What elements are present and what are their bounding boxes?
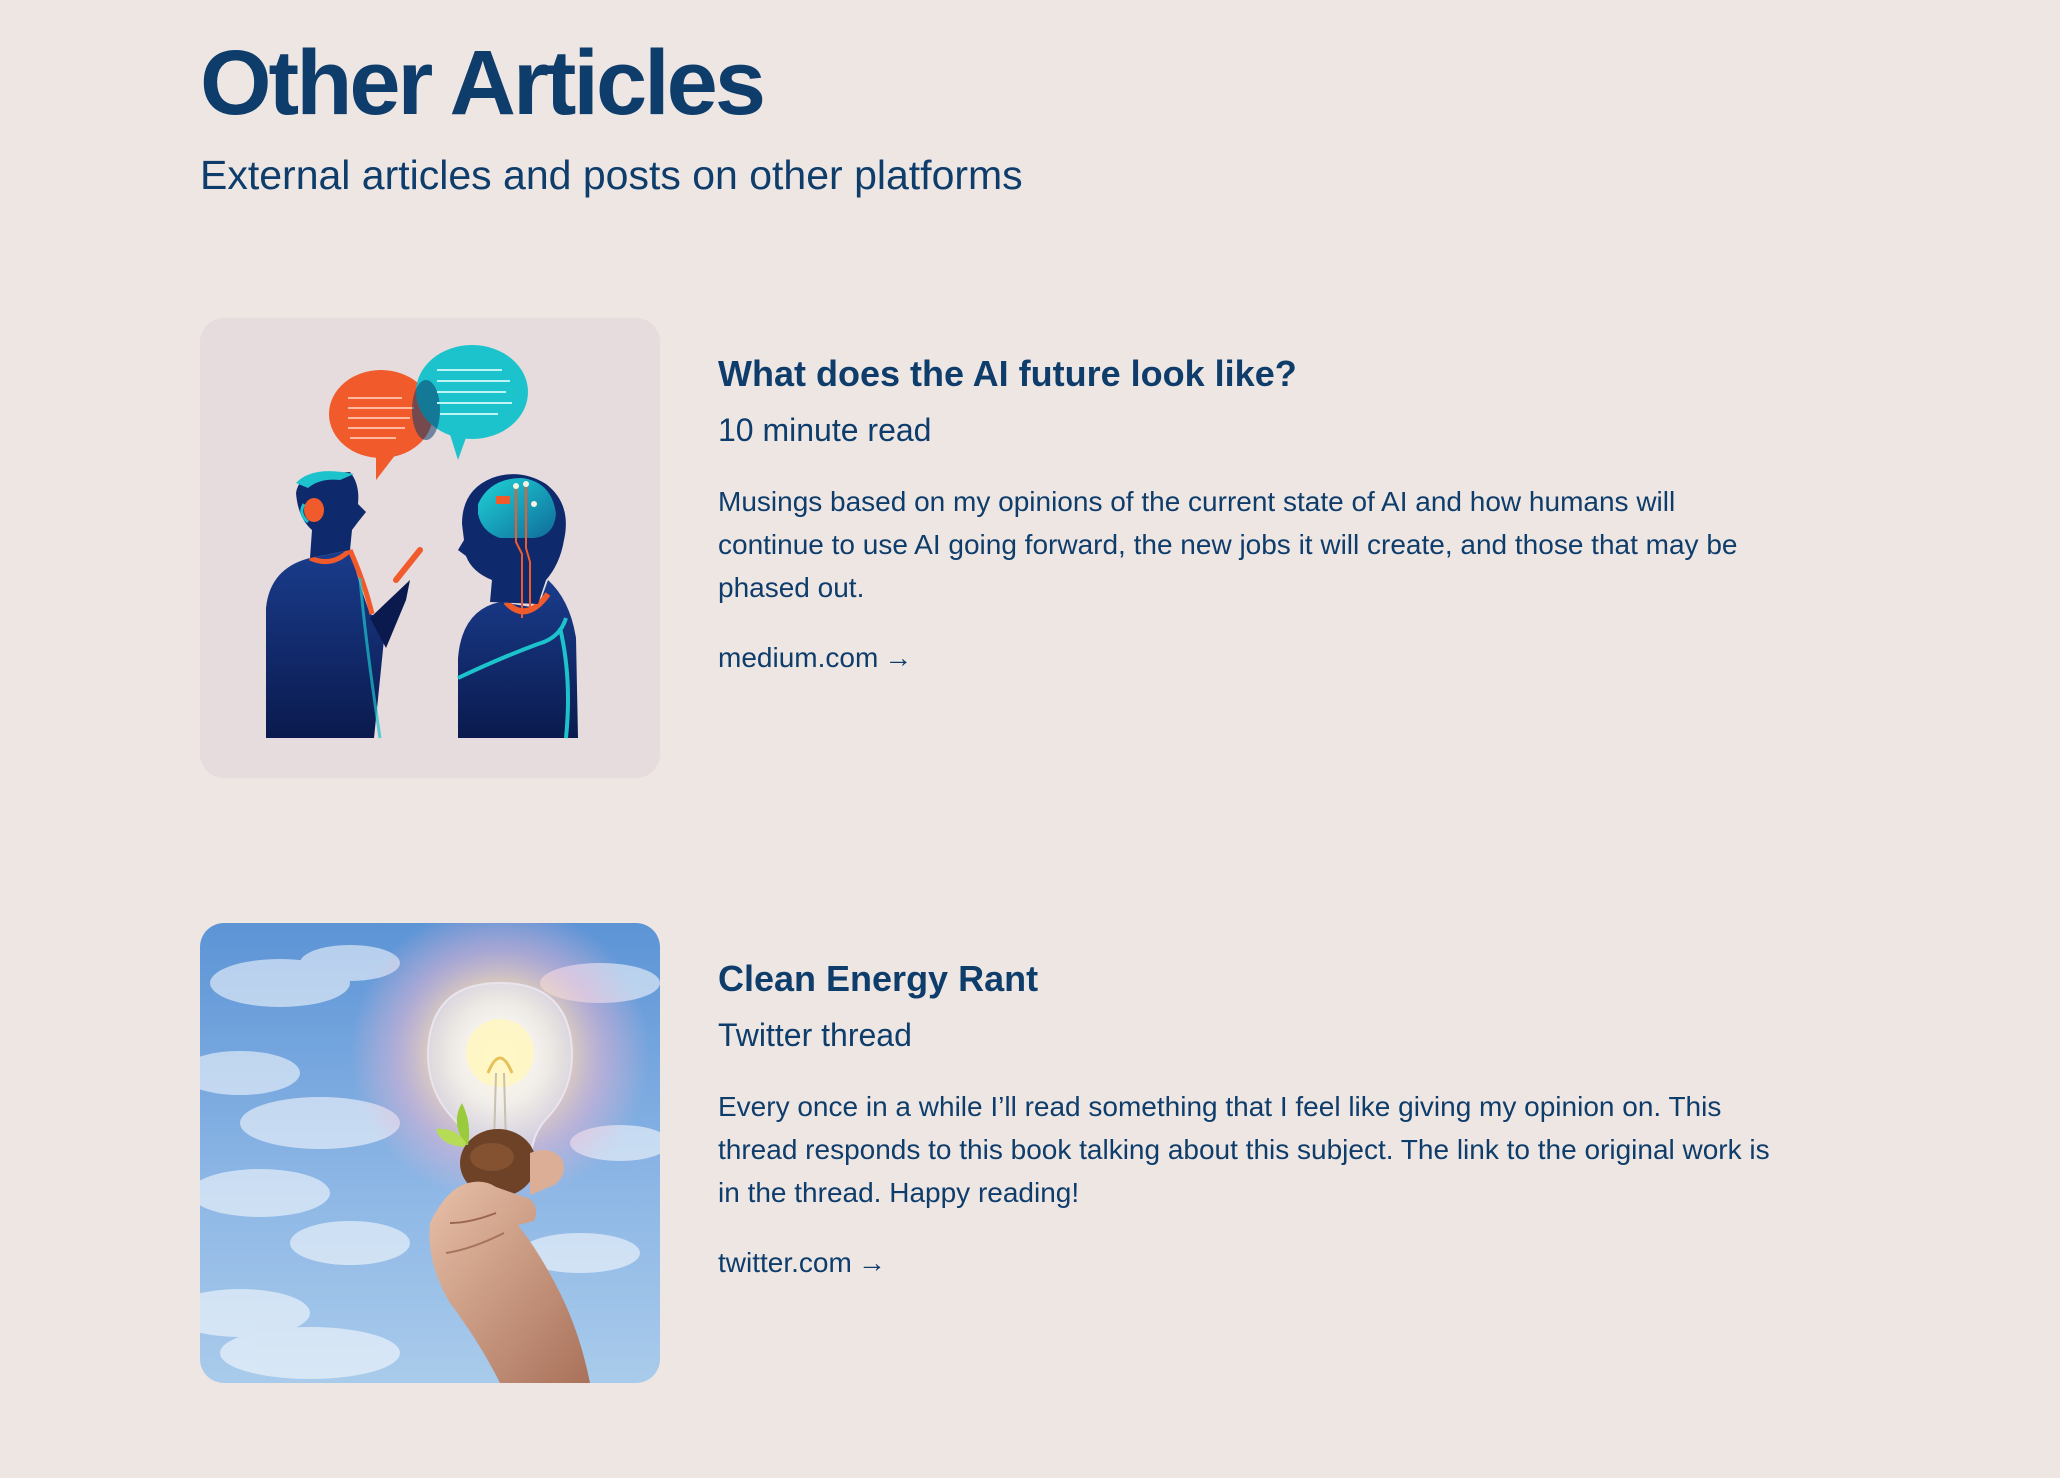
article-title[interactable]: What does the AI future look like? bbox=[718, 346, 1818, 402]
article-source-type: Twitter thread bbox=[718, 1017, 912, 1053]
page-subtitle: External articles and posts on other pla… bbox=[200, 152, 1023, 198]
page-title: Other Articles bbox=[200, 32, 766, 134]
arrow-right-icon: → bbox=[857, 1247, 886, 1278]
article-title[interactable]: Clean Energy Rant bbox=[718, 951, 1818, 1007]
article-read-time: 10 minute read bbox=[718, 412, 932, 448]
article-card: Clean Energy Rant Twitter thread Every o… bbox=[200, 923, 1880, 1383]
article-description: Musings based on my opinions of the curr… bbox=[718, 486, 1738, 603]
article-meta: What does the AI future look like? 10 mi… bbox=[718, 346, 1818, 678]
article-card: What does the AI future look like? 10 mi… bbox=[200, 318, 1880, 778]
two-people-talking-illustration-icon bbox=[200, 318, 660, 778]
hand-holding-lightbulb-photo-icon bbox=[200, 923, 660, 1383]
article-thumbnail[interactable] bbox=[200, 923, 660, 1383]
article-thumbnail[interactable] bbox=[200, 318, 660, 778]
article-meta: Clean Energy Rant Twitter thread Every o… bbox=[718, 951, 1818, 1283]
article-link[interactable]: medium.com → bbox=[718, 638, 912, 678]
article-link-label: medium.com bbox=[718, 642, 879, 673]
article-link-label: twitter.com bbox=[718, 1247, 852, 1278]
article-link[interactable]: twitter.com → bbox=[718, 1243, 886, 1283]
article-description: Every once in a while I’ll read somethin… bbox=[718, 1091, 1770, 1208]
arrow-right-icon: → bbox=[884, 642, 913, 673]
